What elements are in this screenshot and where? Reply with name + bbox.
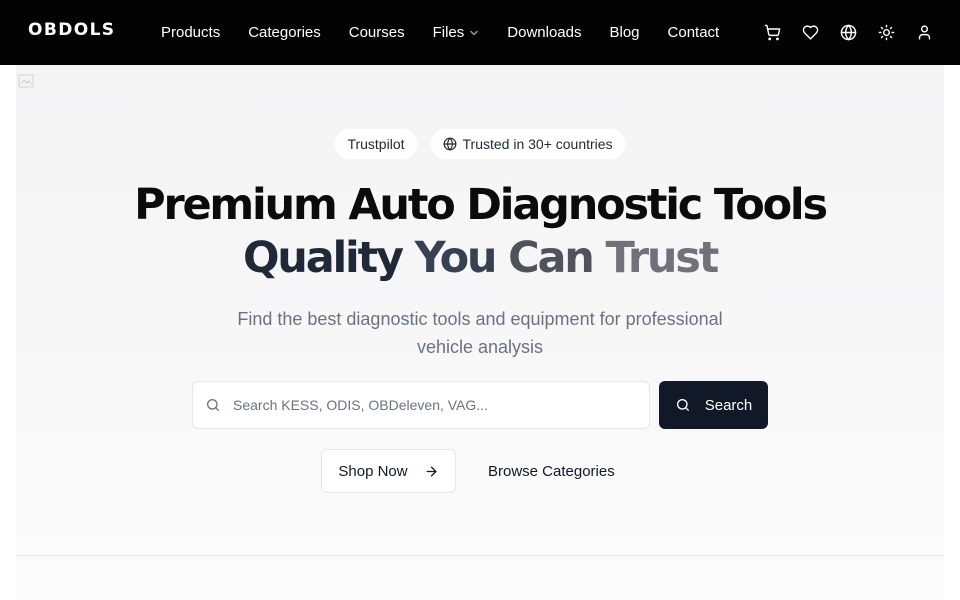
browse-categories-button[interactable]: Browse Categories — [488, 449, 615, 493]
cta-row: Shop Now Browse Categories — [321, 449, 615, 493]
search-icon — [205, 397, 221, 413]
globe-icon — [443, 137, 457, 151]
countries-badge: Trusted in 30+ countries — [430, 129, 625, 159]
nav-link-files[interactable]: Files — [433, 24, 480, 41]
shop-now-button[interactable]: Shop Now — [321, 449, 456, 493]
headline-line-1: Premium Auto Diagnostic Tools — [134, 180, 828, 230]
trustpilot-badge[interactable]: Trustpilot — [335, 129, 417, 159]
search-icon — [675, 397, 691, 413]
hero-section: Trustpilot Trusted in 30+ countries Prem… — [16, 65, 944, 556]
nav-link-files-label: Files — [432, 24, 465, 41]
shop-now-label: Shop Now — [338, 462, 408, 480]
search-bar: Search — [192, 381, 768, 429]
cart-icon[interactable] — [762, 23, 782, 43]
next-section — [16, 557, 944, 600]
headline-word-can: Can — [508, 233, 595, 283]
sun-icon[interactable] — [876, 23, 896, 43]
nav-link-categories[interactable]: Categories — [248, 24, 321, 41]
subtitle-line-2: vehicle analysis — [416, 337, 544, 357]
search-button-label: Search — [704, 396, 753, 414]
headline-word-trust: Trust — [605, 233, 719, 283]
nav-link-blog[interactable]: Blog — [610, 24, 640, 41]
trust-badges: Trustpilot Trusted in 30+ countries — [16, 129, 944, 159]
nav-icon-group — [744, 0, 934, 65]
broken-image-icon — [18, 73, 34, 89]
trustpilot-badge-label: Trustpilot — [347, 136, 405, 152]
globe-icon[interactable] — [838, 23, 858, 43]
nav-link-contact[interactable]: Contact — [668, 24, 720, 41]
chevron-down-icon — [469, 28, 479, 38]
nav-link-products[interactable]: Products — [161, 24, 220, 41]
nav-link-downloads[interactable]: Downloads — [507, 24, 581, 41]
heart-icon[interactable] — [800, 23, 820, 43]
user-icon[interactable] — [914, 23, 934, 43]
nav-link-courses[interactable]: Courses — [349, 24, 405, 41]
headline-word-you: You — [414, 233, 498, 283]
browse-categories-label: Browse Categories — [488, 462, 615, 480]
hero-headline: Premium Auto Diagnostic Tools Quality Yo… — [16, 179, 944, 285]
headline-line-2: Quality You Can Trust — [16, 232, 944, 285]
countries-badge-label: Trusted in 30+ countries — [462, 136, 613, 152]
hero-subtitle: Find the best diagnostic tools and equip… — [16, 305, 944, 361]
headline-word-quality: Quality — [242, 233, 404, 283]
top-navbar: OBDOLS Products Categories Courses Files… — [0, 0, 960, 65]
subtitle-line-1: Find the best diagnostic tools and equip… — [237, 309, 723, 329]
search-input[interactable] — [233, 397, 633, 413]
brand-logo[interactable]: OBDOLS — [28, 20, 115, 40]
search-button[interactable]: Search — [659, 381, 768, 429]
arrow-right-icon — [424, 464, 439, 479]
search-field[interactable] — [192, 381, 650, 429]
main-nav: Products Categories Courses Files Downlo… — [161, 0, 747, 65]
